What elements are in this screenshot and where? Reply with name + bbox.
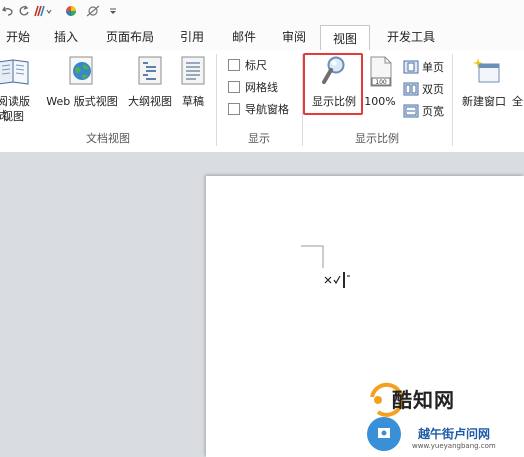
new-window-label: 新建窗口	[462, 95, 506, 108]
book-icon	[0, 59, 29, 85]
group-divider	[452, 54, 453, 146]
tab-references[interactable]: 引用	[172, 24, 212, 50]
arrange-all-label: 全	[512, 95, 523, 108]
document-page[interactable]: 酷知网 越午街卢问网 www.yueyangbang.com	[206, 176, 524, 457]
check-mark-glyph	[333, 275, 341, 285]
one-page-label: 单页	[422, 61, 444, 74]
read-mode-label-2: 视图	[2, 110, 24, 123]
tab-insert[interactable]: 插入	[46, 24, 86, 50]
strikethrough-icon[interactable]	[84, 2, 102, 20]
draft-icon	[181, 56, 205, 85]
ruler-checkbox[interactable]: 标尺	[228, 56, 267, 74]
undo-icon[interactable]	[2, 2, 14, 20]
nav-pane-checkbox-box[interactable]	[228, 103, 240, 115]
outline-view-button[interactable]: 大纲视图	[124, 54, 176, 128]
one-page-icon	[403, 60, 419, 74]
tab-developer[interactable]: 开发工具	[378, 24, 444, 50]
ruler-label: 标尺	[245, 59, 267, 72]
gridlines-checkbox[interactable]: 网格线	[228, 78, 278, 96]
new-window-button[interactable]: 新建窗口	[456, 54, 512, 128]
ribbon-tabs: 开始 插入 页面布局 引用 邮件 审阅 视图 开发工具	[0, 24, 524, 51]
redo-icon[interactable]	[16, 2, 30, 20]
outline-icon	[138, 56, 162, 85]
page-width-button[interactable]: 页宽	[403, 102, 444, 120]
customize-toolbar-icon[interactable]	[108, 2, 118, 20]
one-page-button[interactable]: 单页	[403, 58, 444, 76]
tab-review[interactable]: 审阅	[274, 24, 314, 50]
read-mode-button[interactable]: 阅读版式 视图	[0, 54, 40, 128]
watermark-sub: 越午街卢问网	[418, 427, 491, 441]
new-window-icon	[473, 58, 500, 83]
two-pages-label: 双页	[422, 83, 444, 96]
quick-access-toolbar	[0, 0, 524, 24]
globe-page-icon	[69, 56, 93, 85]
color-wheel-icon[interactable]	[64, 2, 78, 20]
format-painter-icon[interactable]	[32, 2, 60, 20]
gridlines-checkbox-box[interactable]	[228, 81, 240, 93]
nav-pane-checkbox[interactable]: 导航窗格	[228, 100, 289, 118]
close-mark-glyph	[324, 276, 332, 284]
tab-page-layout[interactable]: 页面布局	[100, 24, 160, 50]
zoom-100-label: 100%	[364, 95, 396, 108]
watermark-brand: 酷知网	[392, 388, 455, 412]
tab-mailings[interactable]: 邮件	[224, 24, 264, 50]
tab-home[interactable]: 开始	[0, 24, 36, 50]
svg-text:100: 100	[375, 79, 387, 86]
page-100-icon: 100	[370, 56, 392, 87]
watermark-url: www.yueyangbang.com	[412, 442, 496, 450]
page-width-icon	[403, 104, 419, 118]
page-contents	[301, 245, 404, 451]
outline-view-label: 大纲视图	[128, 95, 172, 108]
draft-view-label: 草稿	[182, 95, 204, 108]
arrange-all-button[interactable]: 全	[512, 54, 524, 128]
margin-corner-mark	[301, 245, 324, 268]
two-pages-icon	[403, 82, 419, 96]
show-group-label: 显示	[248, 132, 270, 145]
web-layout-label: Web 版式视图	[46, 95, 118, 108]
draft-view-button[interactable]: 草稿	[176, 54, 210, 128]
tab-view[interactable]: 视图	[320, 25, 370, 51]
ribbon: 阅读版式 视图 Web 版式视图 大纲视图 草稿 文档视图 标尺 网格线 导航窗…	[0, 50, 524, 153]
doc-views-group-label: 文档视图	[86, 132, 130, 145]
zoom-group-label: 显示比例	[355, 132, 399, 145]
ruler-checkbox-box[interactable]	[228, 59, 240, 71]
gridlines-label: 网格线	[245, 81, 278, 94]
page-width-label: 页宽	[422, 105, 444, 118]
web-layout-button[interactable]: Web 版式视图	[40, 54, 124, 128]
zoom-100-button[interactable]: 100 100%	[362, 54, 398, 128]
nav-pane-label: 导航窗格	[245, 103, 289, 116]
zoom-highlight-box	[303, 53, 363, 115]
two-pages-button[interactable]: 双页	[403, 80, 444, 98]
